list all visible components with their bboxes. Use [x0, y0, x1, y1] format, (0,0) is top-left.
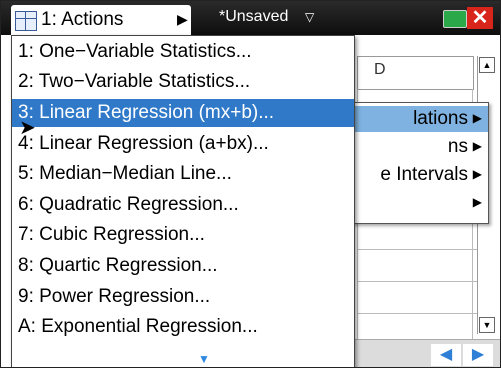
submenu-item-tests[interactable]: ▶	[342, 190, 488, 216]
submenu-arrow-icon: ▶	[472, 139, 482, 153]
menu-item-linear-regression-abx[interactable]: 4: Linear Regression (a+bx)...	[12, 130, 354, 158]
menu-item-linear-regression-mxb[interactable]: 3: Linear Regression (mx+b)...	[12, 99, 354, 127]
menu-item-label: 9: Power Regression...	[18, 286, 211, 307]
statistics-submenu: lations ▶ ns ▶ e Intervals ▶ ▶	[341, 102, 489, 224]
column-header-label: D	[374, 61, 386, 78]
submenu-item-confidence-intervals[interactable]: e Intervals ▶	[342, 162, 488, 188]
submenu-item-label: ns	[447, 136, 468, 157]
app-tab[interactable]: 1: Actions ▶	[11, 5, 191, 35]
actions-dropdown-menu: 1: One−Variable Statistics... 2: Two−Var…	[11, 35, 355, 367]
battery-icon	[443, 10, 467, 28]
menu-item-exponential-regression[interactable]: A: Exponential Regression...	[12, 313, 354, 341]
menu-item-one-variable-statistics[interactable]: 1: One−Variable Statistics...	[12, 38, 354, 66]
mouse-pointer-icon: ➤	[19, 117, 36, 139]
close-button[interactable]: ✕	[467, 7, 493, 29]
spreadsheet-app-icon	[15, 11, 37, 31]
menu-item-cubic-regression[interactable]: 7: Cubic Regression...	[12, 221, 354, 249]
menu-item-label: 4: Linear Regression (a+bx)...	[18, 133, 269, 154]
previous-page-button[interactable]: ◀	[431, 344, 461, 366]
submenu-arrow-icon: ▶	[472, 111, 482, 125]
scroll-down-icon[interactable]: ▼	[479, 317, 495, 333]
menu-item-label: A: Exponential Regression...	[18, 316, 258, 337]
next-page-button[interactable]: ▶	[463, 344, 493, 366]
menu-item-quadratic-regression[interactable]: 6: Quadratic Regression...	[12, 191, 354, 219]
page-navigation-bar: ◀ ▶	[355, 339, 500, 367]
column-header-d[interactable]: D	[357, 56, 474, 90]
menu-item-label: 7: Cubic Regression...	[18, 224, 205, 245]
submenu-item-distributions[interactable]: ns ▶	[342, 134, 488, 160]
menu-item-label: 5: Median−Median Line...	[18, 163, 232, 184]
menu-item-power-regression[interactable]: 9: Power Regression...	[12, 283, 354, 311]
calculator-screen: 1: Actions ▶ *Unsaved ▽ ✕ D ▲ ▼ ◀ ▶ lati…	[0, 0, 501, 368]
submenu-item-label: e Intervals	[380, 164, 468, 185]
menu-item-label: 8: Quartic Regression...	[18, 255, 218, 276]
menu-item-quartic-regression[interactable]: 8: Quartic Regression...	[12, 252, 354, 280]
menu-item-label: 6: Quadratic Regression...	[18, 194, 239, 215]
document-title[interactable]: *Unsaved	[219, 8, 288, 26]
scroll-up-icon[interactable]: ▲	[479, 57, 495, 73]
title-bar: 1: Actions ▶ *Unsaved ▽ ✕	[1, 1, 500, 35]
submenu-item-calculations[interactable]: lations ▶	[342, 106, 488, 132]
grid-divider	[357, 281, 477, 282]
menu-item-median-median-line[interactable]: 5: Median−Median Line...	[12, 160, 354, 188]
app-tab-label: 1: Actions	[41, 9, 124, 30]
menu-item-label: 2: Two−Variable Statistics...	[18, 71, 251, 92]
app-menu-arrow-icon[interactable]: ▶	[177, 11, 188, 28]
submenu-arrow-icon: ▶	[472, 167, 482, 181]
document-dropdown-icon[interactable]: ▽	[305, 10, 314, 24]
menu-item-label: 3: Linear Regression (mx+b)...	[18, 102, 275, 123]
grid-divider	[357, 249, 477, 250]
more-items-down-icon[interactable]: ▼	[198, 352, 210, 366]
submenu-arrow-icon: ▶	[472, 195, 482, 209]
menu-item-two-variable-statistics[interactable]: 2: Two−Variable Statistics...	[12, 68, 354, 96]
grid-divider	[357, 313, 477, 314]
menu-item-label: 1: One−Variable Statistics...	[18, 41, 252, 62]
submenu-item-label: lations	[413, 108, 468, 129]
